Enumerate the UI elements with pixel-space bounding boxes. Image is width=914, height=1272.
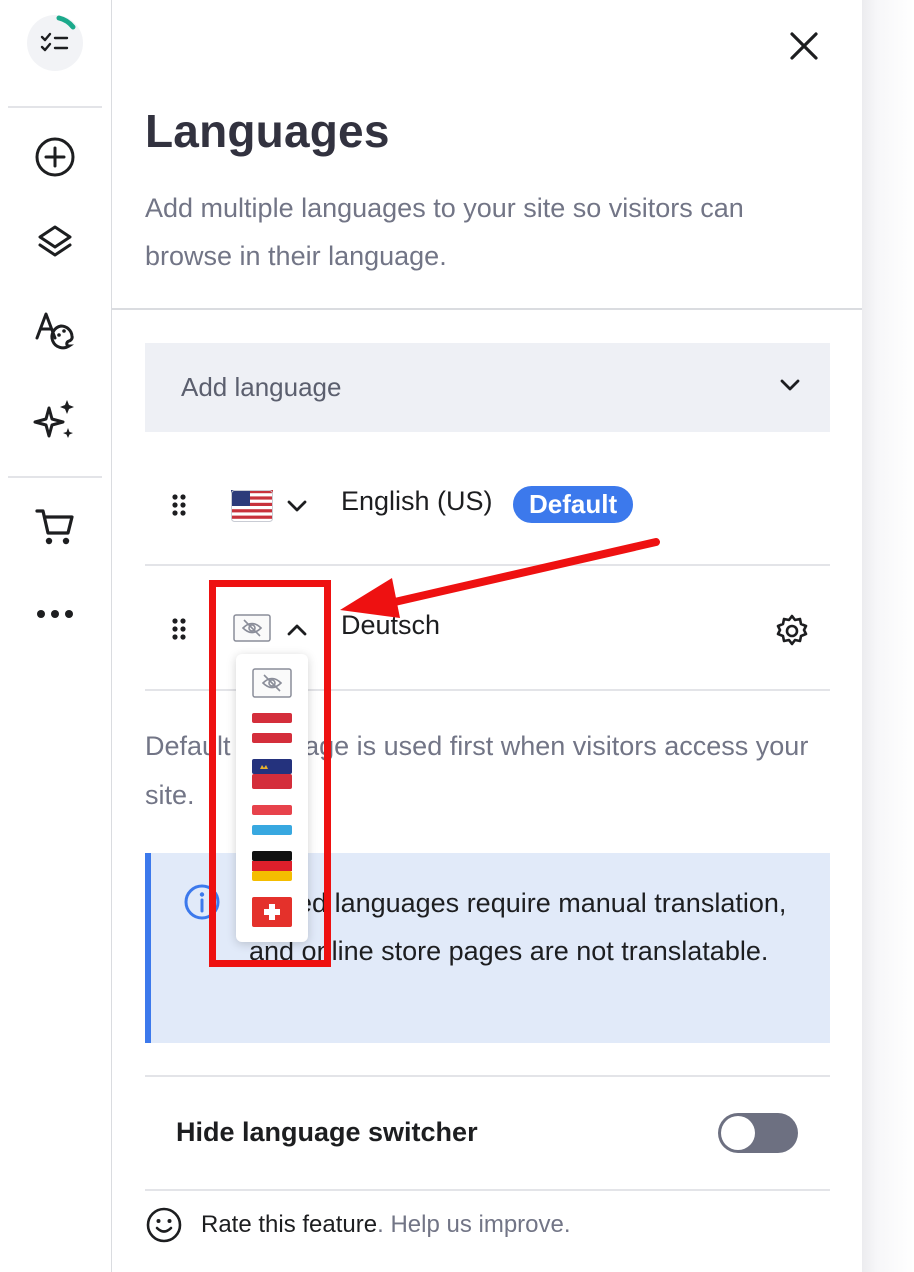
rate-feature-text: . Help us improve. bbox=[377, 1211, 571, 1238]
us-flag-icon[interactable] bbox=[231, 490, 273, 522]
default-badge: Default bbox=[513, 486, 634, 523]
switzerland-flag-icon[interactable] bbox=[252, 897, 292, 927]
sidebar-divider bbox=[8, 106, 102, 108]
cart-icon[interactable] bbox=[31, 503, 79, 551]
hide-switcher-label: Hide language switcher bbox=[176, 1117, 478, 1147]
page-title: Languages bbox=[145, 105, 390, 157]
page-subtitle: Add multiple languages to your site so v… bbox=[145, 193, 744, 271]
austria-flag-icon[interactable] bbox=[252, 713, 292, 743]
hidden-eye-icon[interactable] bbox=[252, 668, 292, 698]
flag-dropdown bbox=[236, 654, 308, 942]
smiley-icon bbox=[146, 1207, 182, 1243]
sidebar-divider bbox=[8, 476, 102, 478]
rate-feature: Rate this feature. Help us improve. bbox=[145, 1205, 571, 1245]
section-divider bbox=[145, 1075, 830, 1077]
toggle-knob bbox=[721, 1116, 755, 1150]
germany-flag-icon[interactable] bbox=[252, 851, 292, 881]
ai-sparkle-icon[interactable] bbox=[31, 396, 79, 444]
checklist-icon[interactable] bbox=[27, 15, 83, 71]
luxembourg-flag-icon[interactable] bbox=[252, 805, 292, 835]
layers-icon[interactable] bbox=[31, 219, 79, 267]
gear-icon[interactable] bbox=[775, 614, 809, 648]
language-row-english: English (US) Default bbox=[145, 450, 830, 560]
design-icon[interactable] bbox=[31, 306, 79, 354]
row-divider bbox=[145, 564, 830, 566]
sidebar bbox=[0, 0, 112, 1272]
drag-handle-icon[interactable] bbox=[171, 493, 187, 517]
close-icon[interactable] bbox=[782, 24, 826, 68]
info-text: Added languages require manual translati… bbox=[249, 888, 787, 966]
panel-shadow bbox=[862, 0, 914, 1272]
add-icon[interactable] bbox=[31, 133, 79, 181]
add-language-select[interactable]: Add language bbox=[145, 343, 830, 432]
language-name: English (US) bbox=[341, 486, 493, 516]
drag-handle-icon[interactable] bbox=[171, 617, 187, 641]
hide-switcher-toggle[interactable] bbox=[718, 1113, 798, 1153]
section-divider bbox=[145, 1189, 830, 1191]
more-icon[interactable] bbox=[31, 590, 79, 638]
add-language-placeholder: Add language bbox=[181, 372, 342, 402]
chevron-up-icon[interactable] bbox=[285, 618, 309, 642]
info-icon bbox=[184, 884, 220, 920]
chevron-down-icon bbox=[780, 379, 800, 391]
liechtenstein-flag-icon[interactable] bbox=[252, 759, 292, 789]
header-divider bbox=[112, 308, 862, 310]
chevron-down-icon[interactable] bbox=[285, 494, 309, 518]
hidden-eye-icon[interactable] bbox=[233, 614, 271, 642]
rate-feature-link[interactable]: Rate this feature bbox=[201, 1211, 377, 1239]
language-name: Deutsch bbox=[341, 610, 441, 640]
